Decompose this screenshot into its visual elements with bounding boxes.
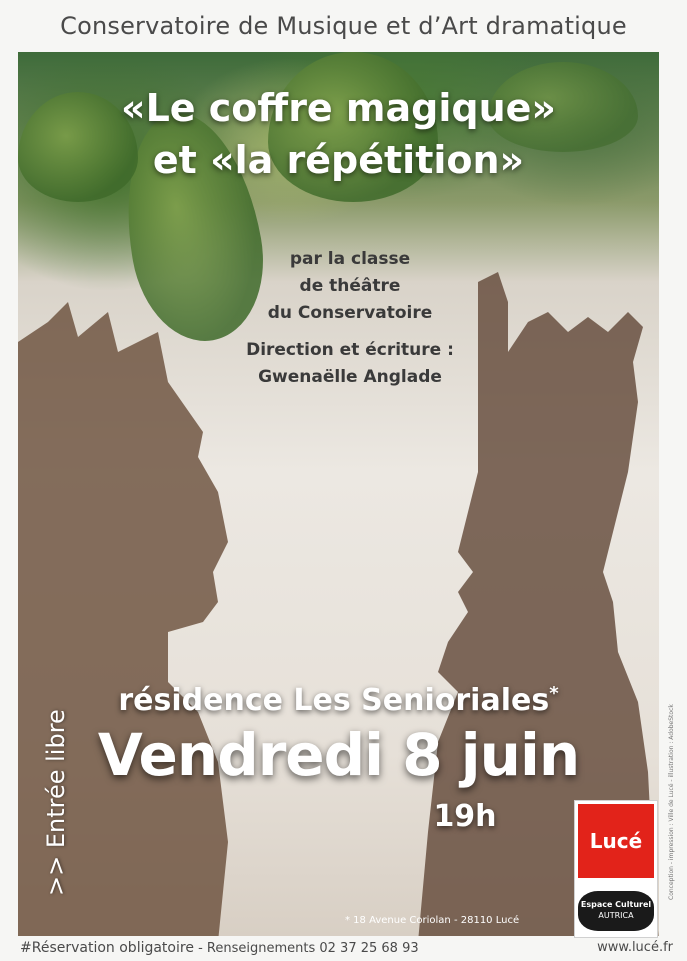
director-name: Gwenaëlle Anglade [258,367,442,387]
espace-culturel-logo: Espace Culturel AUTRICA [578,891,654,931]
venue-text: résidence Les Senioriales [118,683,550,718]
venue-asterisk: * [549,683,559,704]
event-date: Vendredi 8 juin [97,721,580,789]
phone-info: Renseignements 02 37 25 68 93 [206,941,419,956]
conservatoire-header: Conservatoire de Musique et d’Art dramat… [60,12,627,40]
espace-line-1: Espace Culturel [580,900,652,909]
design-credit: Conception - impression : Ville de Lucé … [668,704,675,900]
title-line-1: «Le coffre magique» [121,86,556,130]
luce-logo-text: Lucé [589,829,643,853]
credits-block: par la classe de théâtre du Conservatoir… [180,246,520,391]
venue-address: * 18 Avenue Coriolan - 28110 Lucé [345,915,520,926]
event-time: 19h [433,799,497,834]
credits-line-3: du Conservatoire [267,303,433,323]
espace-line-2: AUTRICA [598,911,634,920]
logos-panel: Lucé Espace Culturel AUTRICA [574,800,658,938]
website-link[interactable]: www.lucé.fr [597,936,673,960]
footer-separator: - [193,941,207,956]
footer-info: #Réservation obligatoire - Renseignement… [20,936,419,960]
reservation-notice: #Réservation obligatoire [20,940,194,956]
credits-line-1: par la classe [289,249,411,269]
credits-line-2: de théâtre [299,276,401,296]
poster-title: «Le coffre magique» et «la répétition» [18,82,659,186]
direction-label: Direction et écriture : [246,340,454,360]
luce-logo: Lucé [578,804,654,878]
venue-name: résidence Les Senioriales* [18,672,659,723]
free-entry-label: >> Entrée libre [42,709,70,896]
title-line-2: et «la répétition» [152,138,525,182]
